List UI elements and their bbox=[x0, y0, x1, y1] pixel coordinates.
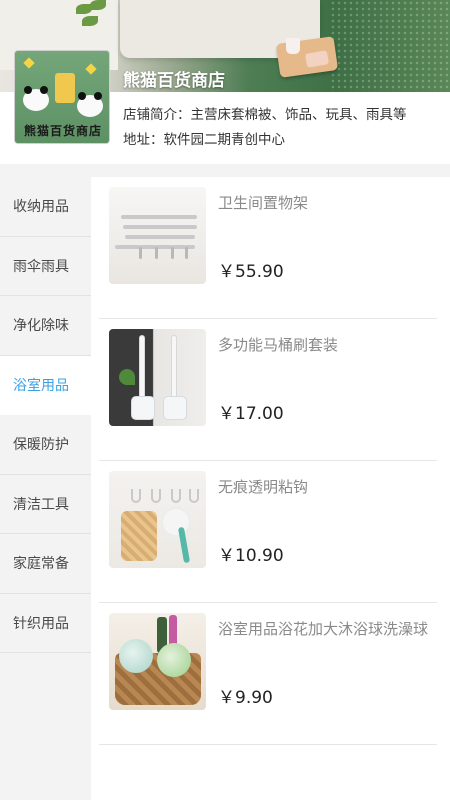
sidebar-item-storage[interactable]: 收纳用品 bbox=[0, 177, 91, 237]
sidebar-item-rain-gear[interactable]: 雨伞雨具 bbox=[0, 237, 91, 296]
sidebar-item-label: 净化除味 bbox=[13, 318, 69, 335]
logo-text: 熊猫百货商店 bbox=[23, 124, 102, 138]
product-item[interactable]: 卫生间置物架 ￥55.90 bbox=[99, 177, 437, 319]
product-name: 多功能马桶刷套装 bbox=[218, 336, 339, 354]
sidebar-item-label: 家庭常备 bbox=[13, 556, 69, 573]
sidebar-item-knitwear[interactable]: 针织用品 bbox=[0, 594, 91, 653]
product-image bbox=[109, 187, 206, 284]
sidebar-item-warmth[interactable]: 保暖防护 bbox=[0, 415, 91, 475]
product-list: 卫生间置物架 ￥55.90 多功能马桶刷套装 ￥17.00 无痕透明粘钩 ￥10… bbox=[91, 177, 450, 800]
product-price: ￥9.90 bbox=[218, 688, 273, 708]
product-name: 卫生间置物架 bbox=[218, 194, 309, 212]
banner-cup-decor bbox=[286, 38, 300, 54]
product-image bbox=[109, 613, 206, 710]
sidebar-item-label: 收纳用品 bbox=[13, 199, 69, 216]
sidebar-item-label: 雨伞雨具 bbox=[13, 258, 69, 275]
sidebar-item-label: 清洁工具 bbox=[13, 496, 69, 513]
product-item[interactable]: 浴室用品浴花加大沐浴球洗澡球 ￥9.90 bbox=[99, 603, 437, 745]
product-price: ￥10.90 bbox=[218, 546, 284, 566]
product-item[interactable]: 多功能马桶刷套装 ￥17.00 bbox=[99, 319, 437, 461]
shop-intro: 店铺简介：主营床套棉被、饰品、玩具、雨具等 bbox=[123, 107, 407, 123]
category-sidebar: 收纳用品 雨伞雨具 净化除味 浴室用品 保暖防护 清洁工具 家庭常备 针织用品 bbox=[0, 177, 91, 800]
product-image bbox=[109, 329, 206, 426]
product-item[interactable]: 无痕透明粘钩 ￥10.90 bbox=[99, 461, 437, 603]
banner-rug-texture bbox=[330, 0, 450, 92]
shop-name: 熊猫百货商店 bbox=[123, 71, 225, 91]
sidebar-item-cleaning[interactable]: 清洁工具 bbox=[0, 475, 91, 534]
sidebar-item-household[interactable]: 家庭常备 bbox=[0, 534, 91, 594]
shop-logo: 熊猫百货商店 bbox=[14, 50, 110, 144]
sidebar-item-label: 针织用品 bbox=[13, 615, 69, 632]
sidebar-item-purify[interactable]: 净化除味 bbox=[0, 296, 91, 356]
product-image bbox=[109, 471, 206, 568]
product-name: 无痕透明粘钩 bbox=[218, 478, 309, 496]
product-price: ￥17.00 bbox=[218, 404, 284, 424]
sidebar-item-bathroom[interactable]: 浴室用品 bbox=[0, 355, 91, 415]
banner-plant-decor bbox=[72, 0, 112, 42]
product-price: ￥55.90 bbox=[218, 262, 284, 282]
sidebar-item-label: 浴室用品 bbox=[13, 378, 69, 395]
shop-address: 地址：软件园二期青创中心 bbox=[123, 132, 285, 148]
sidebar-item-label: 保暖防护 bbox=[13, 437, 69, 454]
product-name: 浴室用品浴花加大沐浴球洗澡球 bbox=[218, 620, 429, 638]
